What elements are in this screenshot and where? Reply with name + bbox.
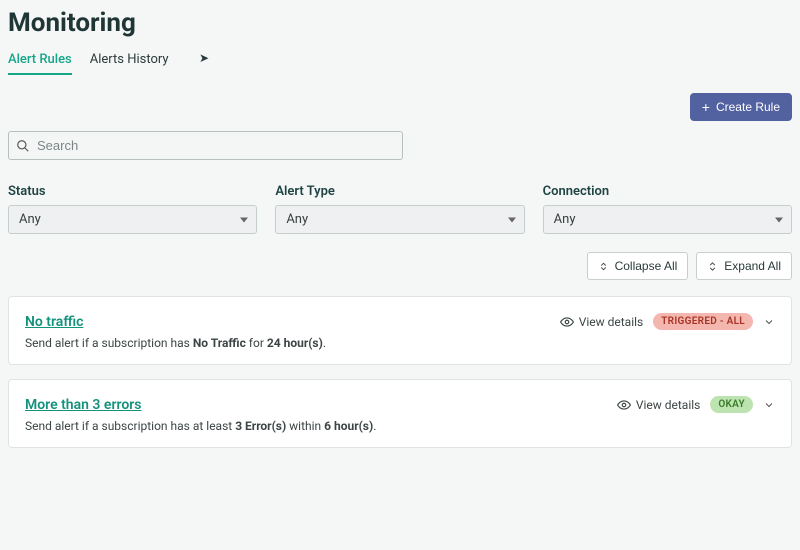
search-input[interactable]: [8, 131, 403, 160]
tab-alerts-history[interactable]: Alerts History: [90, 52, 169, 75]
expand-all-button[interactable]: Expand All: [696, 252, 792, 280]
filter-status-select[interactable]: Any: [8, 205, 257, 234]
rule-description: Send alert if a subscription has at leas…: [25, 419, 605, 433]
caret-down-icon: [775, 217, 783, 222]
chevron-down-icon[interactable]: [763, 316, 775, 328]
rule-description: Send alert if a subscription has No Traf…: [25, 336, 548, 350]
search-icon: [16, 139, 30, 153]
rule-title-link[interactable]: No traffic: [25, 314, 83, 330]
view-details-button[interactable]: View details: [617, 398, 701, 412]
eye-icon: [617, 398, 631, 412]
tab-alert-rules[interactable]: Alert Rules: [8, 52, 72, 75]
filter-alert-type-value: Any: [286, 212, 308, 227]
caret-down-icon: [240, 217, 248, 222]
expand-icon: [707, 261, 718, 272]
page-title: Monitoring: [8, 8, 792, 38]
rule-card: More than 3 errors Send alert if a subsc…: [8, 379, 792, 448]
filter-status-label: Status: [8, 184, 257, 199]
create-rule-button[interactable]: + Create Rule: [690, 93, 792, 121]
rule-title-link[interactable]: More than 3 errors: [25, 397, 141, 413]
filter-connection-value: Any: [554, 212, 576, 227]
filter-alert-type-label: Alert Type: [275, 184, 524, 199]
view-details-button[interactable]: View details: [560, 315, 644, 329]
filter-alert-type: Alert Type Any: [275, 184, 524, 234]
collapse-icon: [598, 261, 609, 272]
filter-status-value: Any: [19, 212, 41, 227]
plus-icon: +: [702, 100, 710, 114]
filter-connection-label: Connection: [543, 184, 792, 199]
collapse-all-label: Collapse All: [615, 259, 678, 273]
rule-card: No traffic Send alert if a subscription …: [8, 296, 792, 365]
eye-icon: [560, 315, 574, 329]
filter-connection-select[interactable]: Any: [543, 205, 792, 234]
view-details-label: View details: [579, 315, 644, 329]
create-rule-label: Create Rule: [716, 100, 780, 114]
collapse-all-button[interactable]: Collapse All: [587, 252, 689, 280]
expand-all-label: Expand All: [724, 259, 781, 273]
caret-down-icon: [508, 217, 516, 222]
filter-alert-type-select[interactable]: Any: [275, 205, 524, 234]
filter-connection: Connection Any: [543, 184, 792, 234]
filter-status: Status Any: [8, 184, 257, 234]
status-badge: TRIGGERED - ALL: [653, 313, 753, 330]
chevron-down-icon[interactable]: [763, 399, 775, 411]
status-badge: OKAY: [710, 396, 753, 413]
view-details-label: View details: [636, 398, 701, 412]
tab-bar: Alert Rules Alerts History: [8, 52, 792, 75]
